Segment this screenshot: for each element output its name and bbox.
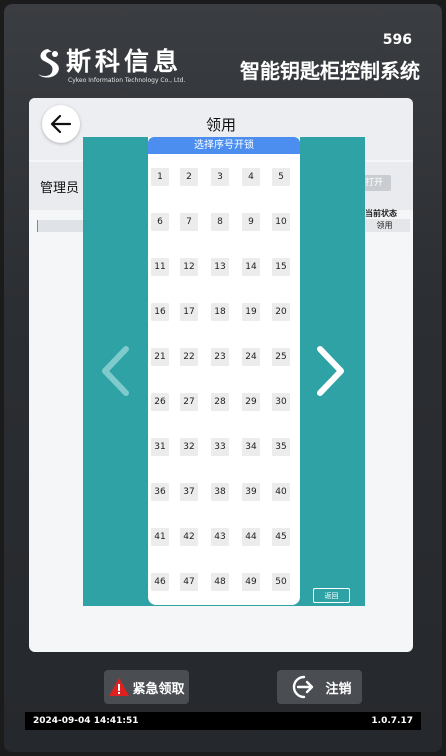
logo-icon (38, 49, 59, 78)
slot-button[interactable]: 46 (151, 573, 169, 591)
slot-button[interactable]: 41 (151, 528, 169, 546)
slot-button[interactable]: 38 (211, 483, 229, 501)
chevron-left-icon[interactable] (100, 345, 130, 397)
slot-button[interactable]: 40 (272, 483, 290, 501)
slot-button[interactable]: 39 (242, 483, 260, 501)
slot-button[interactable]: 42 (180, 528, 198, 546)
slot-button[interactable]: 31 (151, 438, 169, 456)
slot-button[interactable]: 35 (272, 438, 290, 456)
slot-button[interactable]: 43 (211, 528, 229, 546)
logout-label: 注销 (325, 681, 352, 697)
brand-name: 斯科信息 (66, 47, 183, 76)
slot-button[interactable]: 10 (272, 213, 290, 231)
slot-button[interactable]: 48 (211, 573, 229, 591)
slot-button[interactable]: 15 (272, 258, 290, 276)
slot-button[interactable]: 24 (242, 348, 260, 366)
logout-button[interactable]: 注销 (277, 670, 362, 704)
slot-button[interactable]: 2 (180, 168, 198, 186)
admin-label: 管理员 (40, 181, 80, 196)
slot-button[interactable]: 25 (272, 348, 290, 366)
slot-button[interactable]: 36 (151, 483, 169, 501)
slot-button[interactable]: 30 (272, 393, 290, 411)
slot-button[interactable]: 1 (151, 168, 169, 186)
slot-button[interactable]: 17 (180, 303, 198, 321)
page-title: 领用 (205, 116, 236, 134)
slot-button[interactable]: 49 (242, 573, 260, 591)
slot-button[interactable]: 19 (242, 303, 260, 321)
slot-button[interactable]: 9 (242, 213, 260, 231)
slot-button[interactable]: 29 (242, 393, 260, 411)
slot-button[interactable]: 27 (180, 393, 198, 411)
slot-button[interactable]: 50 (272, 573, 290, 591)
slot-button[interactable]: 32 (180, 438, 198, 456)
footer-version: 1.0.7.17 (371, 716, 413, 726)
system-title: 智能钥匙柜控制系统 (240, 59, 420, 83)
slot-button[interactable]: 6 (151, 213, 169, 231)
slot-button[interactable]: 3 (211, 168, 229, 186)
slot-button[interactable]: 37 (180, 483, 198, 501)
slot-button[interactable]: 4 (242, 168, 260, 186)
status-column-header: 当前状态 (365, 209, 397, 218)
slot-button[interactable]: 33 (211, 438, 229, 456)
slot-button[interactable]: 22 (180, 348, 198, 366)
device-number: 596 (382, 32, 412, 48)
logout-icon (293, 675, 314, 699)
slot-button[interactable]: 18 (211, 303, 229, 321)
slot-button[interactable]: 11 (151, 258, 169, 276)
emergency-take-button[interactable]: 紧急领取 (104, 670, 189, 704)
slot-button[interactable]: 20 (272, 303, 290, 321)
emergency-take-label: 紧急领取 (132, 681, 185, 697)
warning-icon (109, 678, 130, 696)
brand-subtitle: Cykeo Information Technology Co., Ltd. (68, 77, 186, 84)
slot-button[interactable]: 7 (180, 213, 198, 231)
slot-button[interactable]: 21 (151, 348, 169, 366)
footer-datetime: 2024-09-04 14:41:51 (33, 716, 139, 726)
slot-button[interactable]: 12 (180, 258, 198, 276)
slot-button[interactable]: 44 (242, 528, 260, 546)
slot-button[interactable]: 28 (211, 393, 229, 411)
slot-button[interactable]: 34 (242, 438, 260, 456)
status-value: 领用 (359, 219, 410, 232)
slot-button[interactable]: 5 (272, 168, 290, 186)
slot-button[interactable]: 8 (211, 213, 229, 231)
chevron-right-icon[interactable] (316, 345, 346, 397)
slot-button[interactable]: 14 (242, 258, 260, 276)
picker-title: 选择序号开锁 (148, 137, 300, 154)
return-button[interactable]: 返回 (313, 588, 350, 603)
slot-button[interactable]: 47 (180, 573, 198, 591)
slot-button[interactable]: 26 (151, 393, 169, 411)
slot-button[interactable]: 45 (272, 528, 290, 546)
slot-button[interactable]: 13 (211, 258, 229, 276)
slot-button[interactable]: 23 (211, 348, 229, 366)
slot-picker: 选择序号开锁 1 2 3 4 5 6 7 8 9 10 11 12 13 14 15 16 17 18 19 20 21… (148, 137, 300, 605)
slot-button[interactable]: 16 (151, 303, 169, 321)
